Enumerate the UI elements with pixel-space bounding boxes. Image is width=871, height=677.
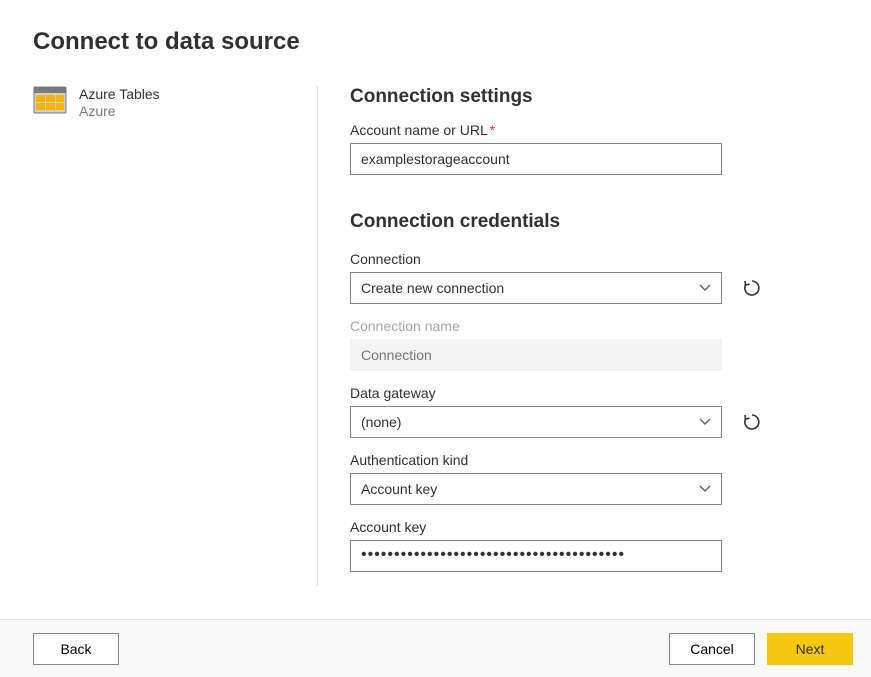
refresh-icon: [742, 412, 762, 432]
next-button[interactable]: Next: [767, 633, 853, 665]
connection-label: Connection: [350, 251, 838, 267]
data-gateway-select-value: (none): [361, 414, 401, 430]
chevron-down-icon: [699, 416, 711, 428]
data-gateway-label: Data gateway: [350, 385, 838, 401]
data-source-publisher: Azure: [79, 103, 160, 119]
account-key-label: Account key: [350, 519, 838, 535]
back-button[interactable]: Back: [33, 633, 119, 665]
refresh-connection-button[interactable]: [740, 276, 764, 300]
connection-select[interactable]: Create new connection: [350, 272, 722, 304]
connection-credentials-heading: Connection credentials: [350, 211, 838, 233]
data-gateway-select[interactable]: (none): [350, 406, 722, 438]
connection-select-value: Create new connection: [361, 280, 504, 296]
authentication-kind-select[interactable]: Account key: [350, 473, 722, 505]
authentication-kind-select-value: Account key: [361, 481, 437, 497]
connection-settings-heading: Connection settings: [350, 86, 838, 108]
page-title: Connect to data source: [0, 0, 871, 56]
footer-bar: Back Cancel Next: [0, 619, 871, 677]
account-url-label: Account name or URL*: [350, 122, 838, 138]
authentication-kind-label: Authentication kind: [350, 452, 838, 468]
cancel-button[interactable]: Cancel: [669, 633, 755, 665]
refresh-gateway-button[interactable]: [740, 410, 764, 434]
chevron-down-icon: [699, 483, 711, 495]
account-url-input[interactable]: [350, 143, 722, 175]
account-key-input[interactable]: ••••••••••••••••••••••••••••••••••••••••: [350, 540, 722, 572]
data-source-name: Azure Tables: [79, 86, 160, 102]
data-source-item: Azure Tables Azure: [33, 86, 301, 119]
connection-name-label: Connection name: [350, 318, 838, 334]
azure-tables-icon: [33, 86, 67, 114]
chevron-down-icon: [699, 282, 711, 294]
refresh-icon: [742, 278, 762, 298]
connection-name-input: [350, 339, 722, 371]
